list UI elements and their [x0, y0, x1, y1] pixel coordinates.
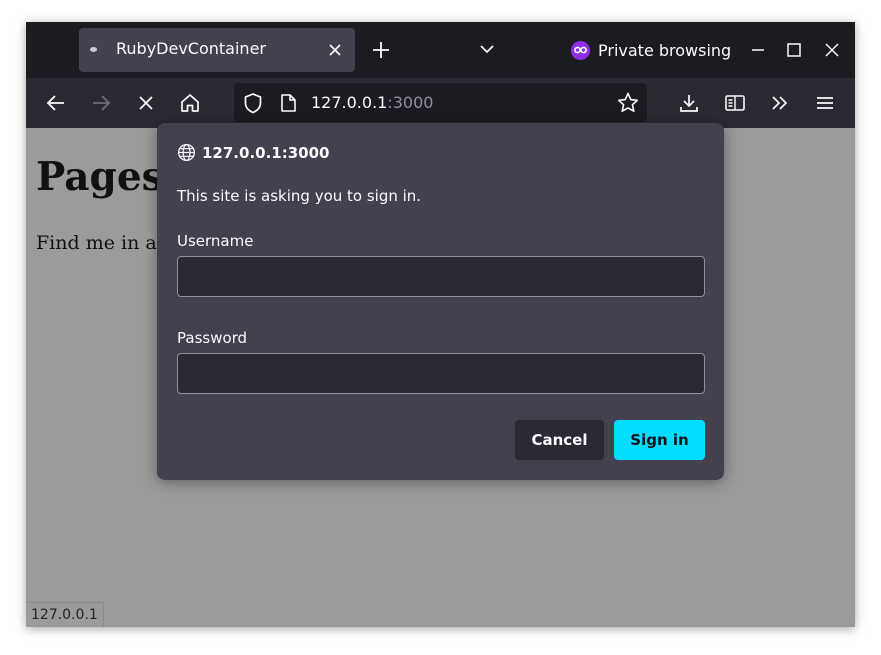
browser-window: RubyDevContainer Private browsing 127.0.… [26, 22, 855, 627]
bookmark-star-icon[interactable] [616, 91, 640, 115]
close-tab-icon[interactable] [325, 40, 345, 60]
new-tab-plus-icon[interactable] [369, 38, 393, 62]
stop-loading-icon[interactable] [134, 91, 158, 115]
download-icon[interactable] [677, 91, 701, 115]
private-mask-icon [571, 40, 590, 60]
navigation-toolbar: 127.0.0.1:3000 [26, 78, 855, 128]
shield-icon[interactable] [243, 92, 263, 114]
url-port: :3000 [387, 93, 434, 112]
private-browsing-label: Private browsing [598, 40, 732, 60]
maximize-icon[interactable] [784, 40, 804, 60]
tab-strip: RubyDevContainer Private browsing [26, 22, 855, 78]
close-window-icon[interactable] [822, 40, 842, 60]
forward-arrow-icon[interactable] [89, 91, 113, 115]
password-label: Password [177, 329, 248, 347]
hamburger-menu-icon[interactable] [813, 91, 837, 115]
dialog-origin: 127.0.0.1:3000 [177, 143, 329, 162]
dialog-origin-text: 127.0.0.1:3000 [202, 143, 330, 162]
back-arrow-icon[interactable] [44, 91, 68, 115]
page-heading: Pages [36, 154, 164, 200]
tab-title: RubyDevContainer [116, 39, 266, 58]
url-host: 127.0.0.1 [311, 93, 388, 112]
chevron-down-icon[interactable] [476, 38, 498, 60]
address-bar[interactable]: 127.0.0.1:3000 [234, 83, 647, 122]
dialog-message: This site is asking you to sign in. [177, 187, 422, 205]
status-bar: 127.0.0.1 [26, 602, 104, 627]
overflow-chevrons-icon[interactable] [768, 91, 792, 115]
private-browsing-indicator: Private browsing [571, 39, 731, 61]
username-field[interactable] [177, 256, 705, 297]
password-field[interactable] [177, 353, 705, 394]
url-text[interactable]: 127.0.0.1:3000 [311, 93, 433, 112]
sidebar-icon[interactable] [723, 91, 747, 115]
page-text: Find me in a [36, 232, 157, 254]
globe-icon [177, 143, 196, 162]
sign-in-button[interactable]: Sign in [614, 420, 705, 460]
minimize-icon[interactable] [748, 40, 768, 60]
username-label: Username [177, 232, 254, 250]
sign-in-dialog: 127.0.0.1:3000 This site is asking you t… [157, 123, 724, 480]
page-info-icon[interactable] [279, 93, 297, 113]
tab-active[interactable]: RubyDevContainer [79, 28, 355, 72]
page-icon [90, 47, 97, 52]
cancel-button[interactable]: Cancel [515, 420, 604, 460]
home-icon[interactable] [178, 91, 202, 115]
